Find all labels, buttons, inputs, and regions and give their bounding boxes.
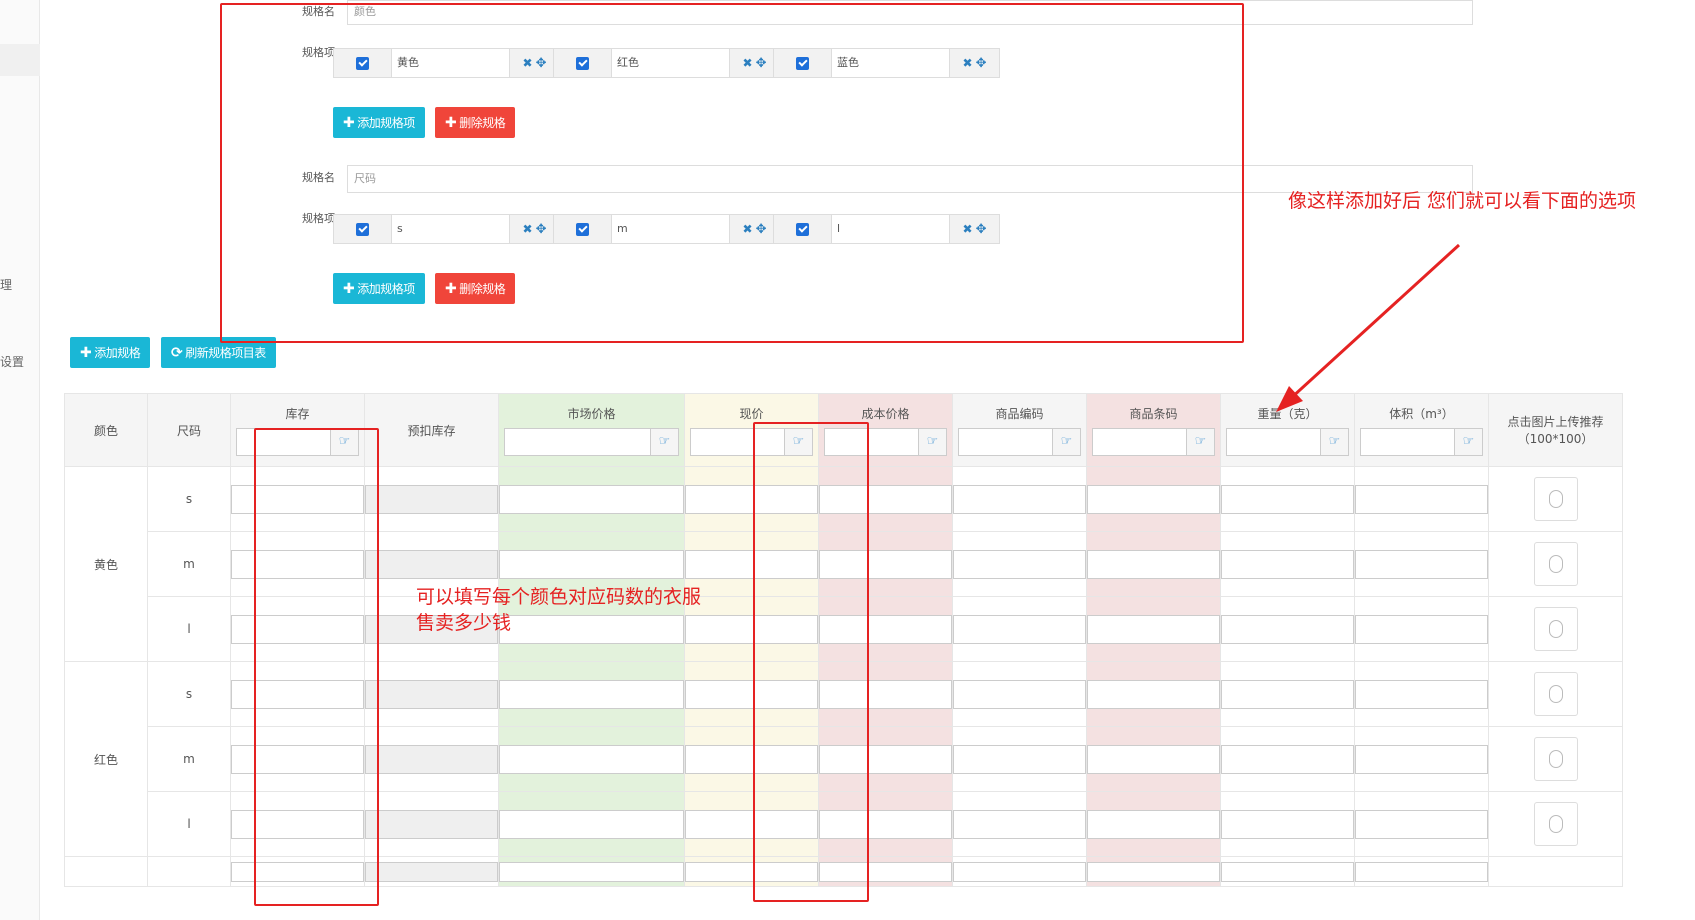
annotation-arrow-line [1288, 243, 1461, 401]
annotation-arrow [1276, 243, 1461, 412]
